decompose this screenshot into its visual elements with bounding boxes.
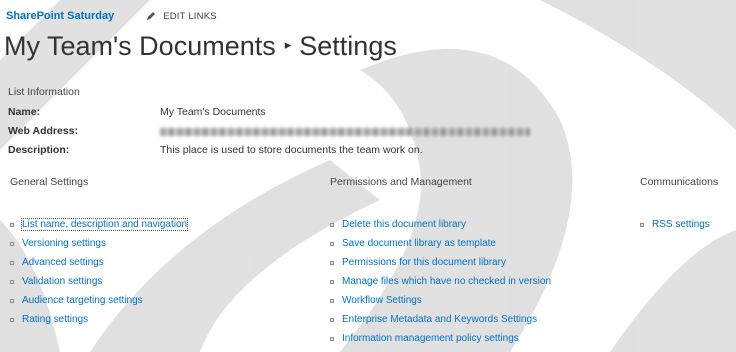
description-label: Description:	[8, 144, 70, 156]
bullet-icon	[10, 260, 14, 265]
list-name-description-navigation-link[interactable]: List name, description and navigation	[20, 218, 189, 231]
top-bar: SharePoint Saturday EDIT LINKS	[6, 8, 217, 24]
validation-settings-link[interactable]: Validation settings	[22, 276, 102, 287]
bullet-icon	[330, 279, 334, 284]
info-row-web-address: Web Address:	[8, 125, 530, 137]
bullet-icon	[10, 222, 14, 227]
manage-unchecked-files-link[interactable]: Manage files which have no checked in ve…	[342, 276, 551, 287]
bullet-icon	[330, 336, 334, 341]
list-item: Rating settings	[6, 310, 187, 329]
list-item: Save document library as template	[326, 234, 551, 253]
pencil-icon	[147, 12, 156, 20]
bullet-icon	[330, 317, 334, 322]
advanced-settings-link[interactable]: Advanced settings	[22, 257, 104, 268]
name-label: Name:	[8, 106, 41, 118]
description-value: This place is used to store documents th…	[160, 144, 423, 156]
list-item: Manage files which have no checked in ve…	[326, 272, 551, 291]
save-as-template-link[interactable]: Save document library as template	[342, 238, 496, 249]
list-item: List name, description and navigation	[6, 215, 189, 234]
web-address-label: Web Address:	[8, 125, 79, 137]
bullet-icon	[640, 222, 644, 227]
bullet-icon	[330, 298, 334, 303]
bullet-icon	[330, 241, 334, 246]
info-row-description: Description: This place is used to store…	[8, 144, 423, 156]
permissions-management-list: Delete this document library Save docume…	[326, 215, 551, 348]
page-title-list: My Team's Documents	[4, 31, 276, 61]
delete-library-link[interactable]: Delete this document library	[342, 219, 466, 230]
rss-settings-link[interactable]: RSS settings	[652, 219, 710, 230]
web-address-value-redacted	[160, 128, 530, 136]
bullet-icon	[330, 260, 334, 265]
bullet-icon	[10, 279, 14, 284]
list-item: Versioning settings	[6, 234, 187, 253]
site-title-link[interactable]: SharePoint Saturday	[6, 10, 114, 22]
general-settings-list: List name, description and navigation Ve…	[6, 215, 189, 329]
list-item: Advanced settings	[6, 253, 187, 272]
bullet-icon	[330, 222, 334, 227]
list-item: Validation settings	[6, 272, 187, 291]
list-item: Delete this document library	[326, 215, 551, 234]
edit-links-label: EDIT LINKS	[163, 10, 217, 22]
versioning-settings-link[interactable]: Versioning settings	[22, 238, 106, 249]
edit-links-button[interactable]: EDIT LINKS	[146, 11, 217, 22]
page-title-settings: Settings	[299, 31, 397, 61]
workflow-settings-link[interactable]: Workflow Settings	[342, 295, 422, 306]
list-item: Information management policy settings	[326, 329, 551, 348]
list-information-title: List Information	[8, 86, 80, 98]
list-item: Enterprise Metadata and Keywords Setting…	[326, 310, 551, 329]
information-management-policy-link[interactable]: Information management policy settings	[342, 333, 519, 344]
communications-heading: Communications	[640, 176, 719, 188]
list-item: Audience targeting settings	[6, 291, 187, 310]
info-row-name: Name: My Team's Documents	[8, 106, 266, 118]
list-item: RSS settings	[636, 215, 710, 234]
page-title: My Team's Documents ▸ Settings	[4, 28, 397, 66]
bullet-icon	[10, 298, 14, 303]
rating-settings-link[interactable]: Rating settings	[22, 314, 88, 325]
audience-targeting-settings-link[interactable]: Audience targeting settings	[22, 295, 143, 306]
permissions-heading: Permissions and Management	[330, 176, 472, 188]
bullet-icon	[10, 317, 14, 322]
name-value: My Team's Documents	[160, 106, 266, 118]
bullet-icon	[10, 241, 14, 246]
enterprise-metadata-link[interactable]: Enterprise Metadata and Keywords Setting…	[342, 314, 537, 325]
list-item: Workflow Settings	[326, 291, 551, 310]
list-item: Permissions for this document library	[326, 253, 551, 272]
general-settings-heading: General Settings	[10, 176, 89, 188]
library-permissions-link[interactable]: Permissions for this document library	[342, 257, 506, 268]
communications-list: RSS settings	[636, 215, 710, 234]
breadcrumb-separator-icon: ▸	[284, 36, 292, 52]
